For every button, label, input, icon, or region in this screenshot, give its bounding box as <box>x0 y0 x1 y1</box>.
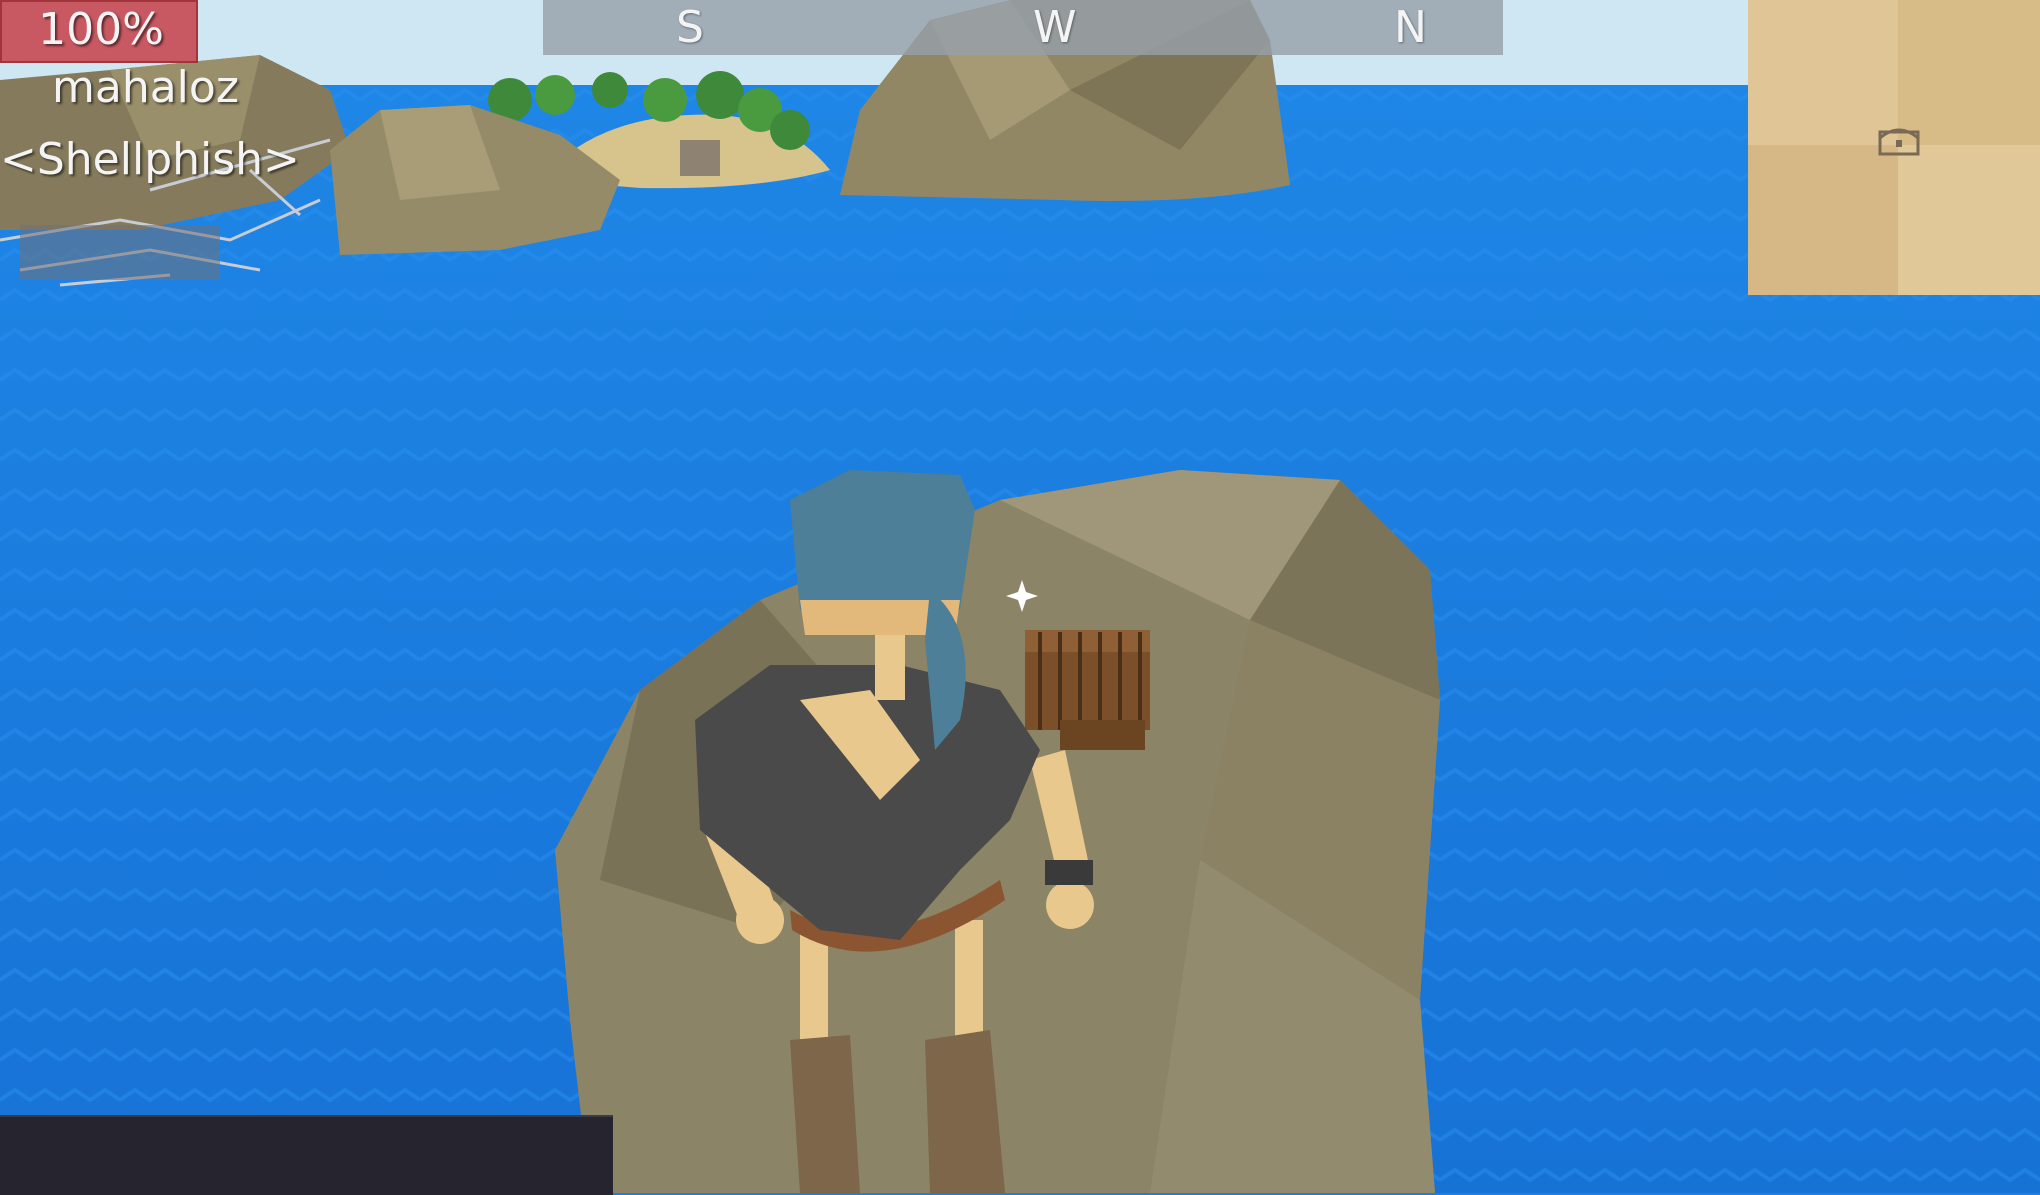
compass-heading-west: W <box>1033 2 1077 53</box>
compass-heading-north: N <box>1394 2 1427 53</box>
compass-bar: S W N <box>543 0 1503 55</box>
minimap[interactable] <box>1748 0 2040 295</box>
compass-heading-south: S <box>676 2 704 53</box>
game-viewport[interactable] <box>0 0 2040 1193</box>
health-bar: 100% <box>0 0 198 63</box>
crew-tag: <Shellphish> <box>0 134 300 185</box>
player-name: mahaloz <box>52 62 239 113</box>
minimap-terrain <box>1748 0 2040 295</box>
chat-box[interactable] <box>0 1115 613 1195</box>
health-label: 100% <box>38 4 164 55</box>
